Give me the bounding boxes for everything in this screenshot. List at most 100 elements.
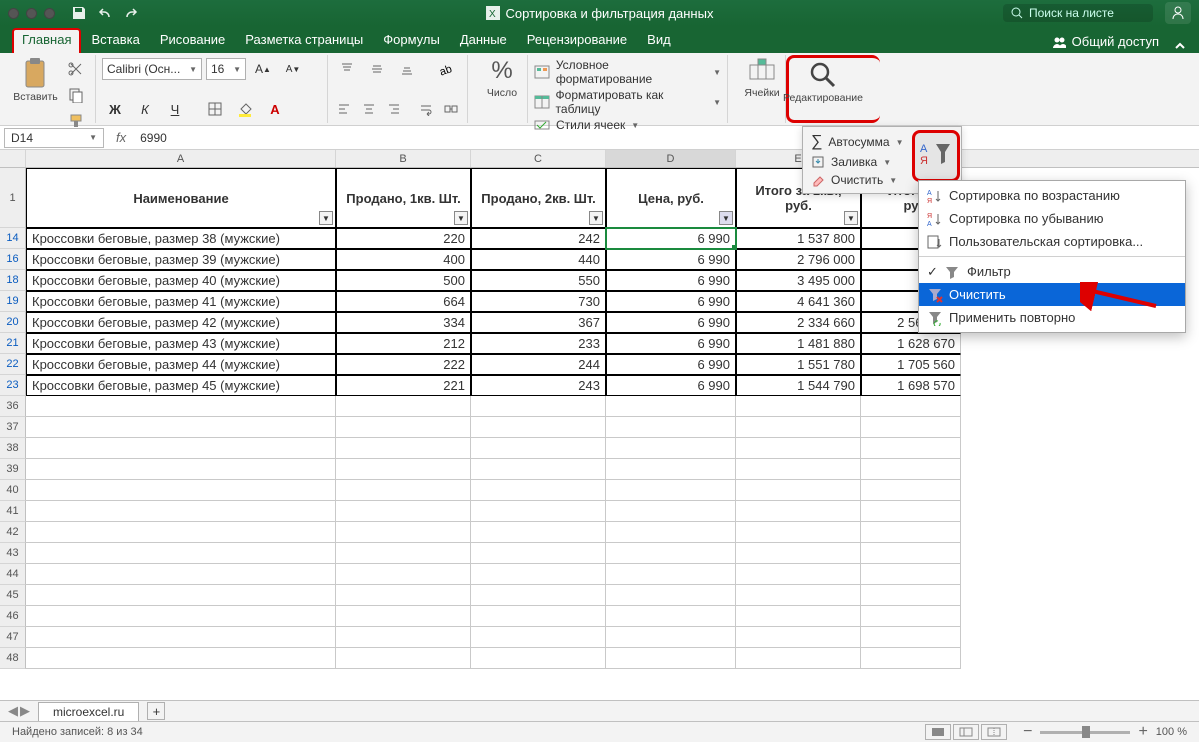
cell[interactable]: 730 [471, 291, 606, 312]
cell[interactable] [861, 543, 961, 564]
cell[interactable] [471, 480, 606, 501]
cell[interactable]: 242 [471, 228, 606, 249]
col-header-b[interactable]: B [336, 150, 471, 167]
cell[interactable]: 6 990 [606, 312, 736, 333]
cell[interactable] [606, 501, 736, 522]
cell[interactable]: Кроссовки беговые, размер 40 (мужские) [26, 270, 336, 291]
row-header[interactable]: 44 [0, 564, 26, 585]
cell[interactable] [336, 522, 471, 543]
align-right-icon[interactable] [384, 97, 405, 121]
cell[interactable] [26, 564, 336, 585]
cell[interactable]: 233 [471, 333, 606, 354]
orientation-icon[interactable]: ab [432, 57, 458, 81]
cell[interactable] [736, 501, 861, 522]
cell[interactable] [336, 438, 471, 459]
cell[interactable]: Кроссовки беговые, размер 43 (мужские) [26, 333, 336, 354]
cell[interactable] [606, 480, 736, 501]
filter-active-icon[interactable]: ▼ [719, 211, 733, 225]
col-header-a[interactable]: A [26, 150, 336, 167]
select-all-cell[interactable] [0, 150, 26, 167]
row-header[interactable]: 41 [0, 501, 26, 522]
cell[interactable] [861, 522, 961, 543]
cell[interactable]: 1 481 880 [736, 333, 861, 354]
cell[interactable] [736, 522, 861, 543]
cell[interactable]: 2 334 660 [736, 312, 861, 333]
tab-view[interactable]: Вид [637, 28, 681, 53]
filter-item[interactable]: ✓ Фильтр [919, 260, 1185, 283]
tab-data[interactable]: Данные [450, 28, 517, 53]
cell[interactable] [26, 417, 336, 438]
cell[interactable] [861, 417, 961, 438]
cell[interactable]: 1 537 800 [736, 228, 861, 249]
zoom-in-button[interactable]: + [1138, 723, 1147, 741]
cell[interactable] [336, 480, 471, 501]
cell[interactable] [471, 648, 606, 669]
row-header[interactable]: 39 [0, 459, 26, 480]
cell[interactable]: 1 705 560 [861, 354, 961, 375]
cell[interactable]: Кроссовки беговые, размер 39 (мужские) [26, 249, 336, 270]
font-size-select[interactable]: 16▼ [206, 58, 246, 80]
custom-sort-item[interactable]: Пользовательская сортировка... [919, 230, 1185, 253]
cell[interactable] [606, 606, 736, 627]
cell[interactable] [606, 396, 736, 417]
cell[interactable] [736, 585, 861, 606]
cell[interactable] [471, 501, 606, 522]
cell[interactable] [471, 438, 606, 459]
cell[interactable]: Кроссовки беговые, размер 41 (мужские) [26, 291, 336, 312]
sort-desc-item[interactable]: ЯА Сортировка по убыванию [919, 207, 1185, 230]
col-header-c[interactable]: C [471, 150, 606, 167]
wrap-text-icon[interactable] [415, 97, 436, 121]
row-header[interactable]: 20 [0, 312, 26, 333]
cell[interactable]: 6 990 [606, 291, 736, 312]
cell[interactable] [471, 627, 606, 648]
cell[interactable]: 500 [336, 270, 471, 291]
cell[interactable] [736, 606, 861, 627]
row-header[interactable]: 47 [0, 627, 26, 648]
cell[interactable] [861, 480, 961, 501]
cell[interactable] [471, 606, 606, 627]
row-header[interactable]: 48 [0, 648, 26, 669]
sort-filter-button[interactable]: А Я [912, 130, 960, 182]
align-center-icon[interactable] [359, 97, 380, 121]
cell[interactable]: 6 990 [606, 228, 736, 249]
row-header[interactable]: 45 [0, 585, 26, 606]
row-header[interactable]: 21 [0, 333, 26, 354]
cell[interactable]: 3 495 000 [736, 270, 861, 291]
borders-icon[interactable] [202, 97, 228, 121]
cell[interactable]: 664 [336, 291, 471, 312]
cell[interactable] [736, 396, 861, 417]
row-header[interactable]: 37 [0, 417, 26, 438]
cell[interactable] [736, 417, 861, 438]
cell[interactable]: 6 990 [606, 270, 736, 291]
cell[interactable] [471, 564, 606, 585]
cell[interactable] [26, 438, 336, 459]
cell[interactable] [861, 438, 961, 459]
fill-color-icon[interactable] [232, 97, 258, 121]
cell[interactable] [336, 501, 471, 522]
cell[interactable] [736, 438, 861, 459]
align-middle-icon[interactable] [364, 57, 390, 81]
row-header[interactable]: 43 [0, 543, 26, 564]
filter-dropdown-icon[interactable]: ▼ [589, 211, 603, 225]
align-bottom-icon[interactable] [394, 57, 420, 81]
col-header-d[interactable]: D [606, 150, 736, 167]
cell[interactable]: 243 [471, 375, 606, 396]
cell[interactable]: 6 990 [606, 249, 736, 270]
cell[interactable]: 6 990 [606, 375, 736, 396]
cell[interactable] [336, 459, 471, 480]
font-name-select[interactable]: Calibri (Осн...▼ [102, 58, 202, 80]
cell[interactable] [736, 627, 861, 648]
cell[interactable]: 1 551 780 [736, 354, 861, 375]
align-left-icon[interactable] [334, 97, 355, 121]
cell[interactable] [606, 438, 736, 459]
cell[interactable] [861, 396, 961, 417]
cell[interactable] [861, 627, 961, 648]
cut-icon[interactable] [63, 57, 89, 81]
cell[interactable]: 440 [471, 249, 606, 270]
cell[interactable] [26, 648, 336, 669]
cell[interactable]: 550 [471, 270, 606, 291]
cell[interactable]: 6 990 [606, 354, 736, 375]
formula-input[interactable]: 6990 [134, 131, 1199, 145]
cell[interactable] [336, 606, 471, 627]
cell[interactable] [861, 564, 961, 585]
